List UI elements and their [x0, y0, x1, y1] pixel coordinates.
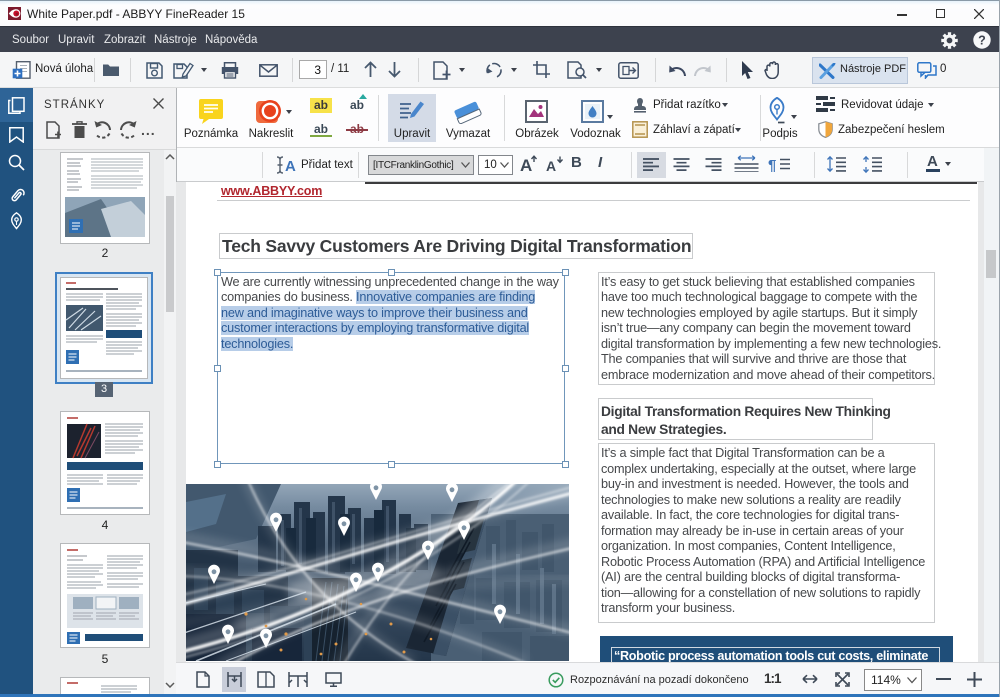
svg-text:¶: ¶ [768, 157, 776, 172]
svg-text:?: ? [978, 33, 986, 47]
svg-text:A: A [520, 156, 532, 173]
svg-text:A: A [285, 158, 296, 174]
svg-text:A: A [546, 158, 556, 173]
